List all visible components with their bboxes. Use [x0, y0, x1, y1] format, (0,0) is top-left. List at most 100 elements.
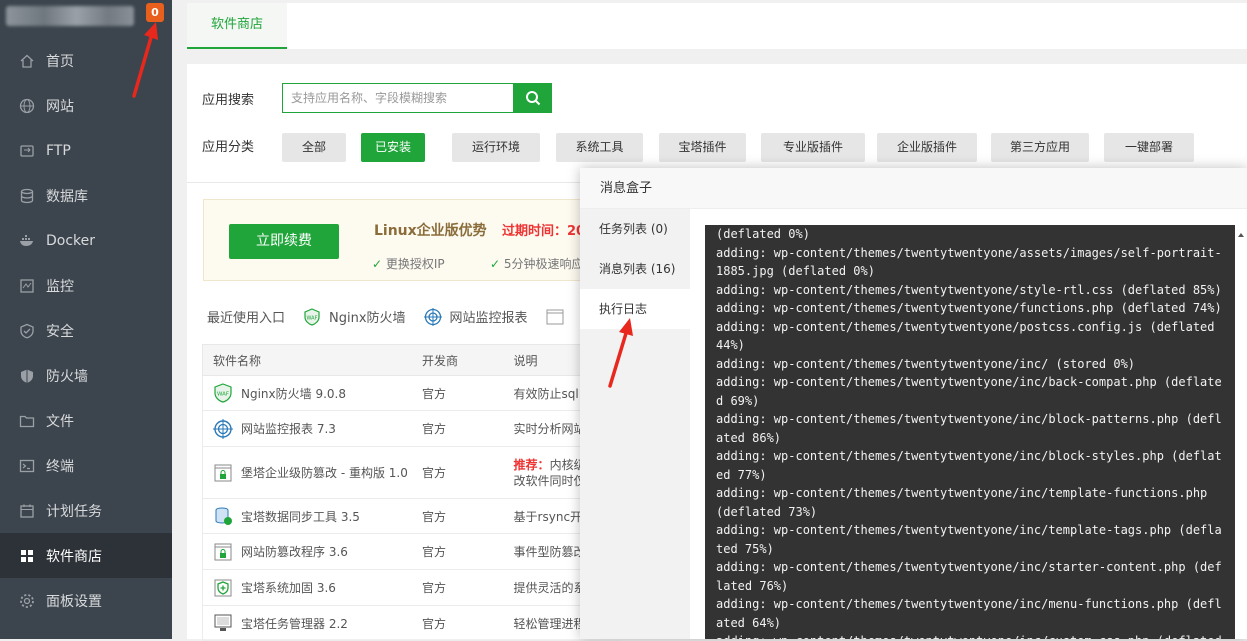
tab-task-list[interactable]: 任务列表 (0): [580, 209, 690, 249]
sidebar-item-label: 计划任务: [46, 503, 102, 520]
category-label: 应用分类: [202, 140, 255, 155]
log-scrollbar[interactable]: [1235, 225, 1247, 639]
sidebar-item-label: 软件商店: [46, 548, 102, 565]
shield-plus-icon: [213, 578, 233, 598]
sidebar-item-label: FTP: [46, 142, 71, 159]
tab-software-store[interactable]: 软件商店: [187, 3, 287, 49]
search-row: 应用搜索: [202, 83, 254, 113]
category-button[interactable]: 专业版插件: [761, 133, 865, 162]
category-button[interactable]: 运行环境: [452, 133, 540, 162]
svg-text:WAF: WAF: [307, 315, 318, 321]
home-icon: [19, 53, 35, 69]
sidebar-item-label: 面板设置: [46, 593, 102, 610]
sidebar-item[interactable]: Docker: [0, 218, 172, 263]
table-row[interactable]: 网站监控报表 7.3 官方 实时分析网站: [202, 411, 622, 447]
search-button[interactable]: [513, 83, 552, 113]
firewall-icon: [19, 368, 35, 384]
sidebar-item[interactable]: FTP: [0, 128, 172, 173]
db-sync-icon: [213, 506, 233, 526]
server-name-blurred: [6, 6, 134, 26]
sidebar-item[interactable]: 首页: [0, 38, 172, 83]
search-input[interactable]: 支持应用名称、字段模糊搜索: [282, 83, 514, 113]
sidebar: 0 首页网站 FTP 数据库 Docker 监控安全防火墙文件终端计划任务软件商店面板设…: [0, 0, 172, 639]
tab-execution-log[interactable]: 执行日志: [580, 289, 690, 329]
promo-expire: 过期时间：20: [502, 224, 586, 239]
row-name[interactable]: 网站防篡改程序 3.6: [203, 542, 412, 562]
execution-log-output[interactable]: (deflated 0%) adding: wp-content/themes/…: [705, 225, 1235, 639]
grid-icon: [19, 548, 35, 564]
sidebar-item[interactable]: 计划任务: [0, 488, 172, 533]
software-table: 软件名称 开发商 说明 WAF Nginx防火墙 9.0.8 官方 有效防止sql 网站…: [202, 344, 622, 641]
category-button[interactable]: 已安装: [361, 133, 425, 162]
sidebar-item[interactable]: 安全: [0, 308, 172, 353]
renew-button[interactable]: 立即续费: [229, 224, 339, 259]
sidebar-item-label: 防火墙: [46, 368, 88, 385]
ftp-icon: [19, 143, 35, 159]
waf-icon: WAF: [213, 383, 233, 403]
sidebar-item-label: 网站: [46, 98, 74, 115]
recent-item-site-monitor[interactable]: 网站监控报表: [423, 307, 528, 326]
category-button[interactable]: 一键部署: [1104, 133, 1194, 162]
table-header: 软件名称 开发商 说明: [202, 344, 622, 376]
sidebar-item[interactable]: 数据库: [0, 173, 172, 218]
table-row[interactable]: 宝塔数据同步工具 3.5 官方 基于rsync开: [202, 499, 622, 534]
database-icon: [19, 188, 35, 204]
search-label: 应用搜索: [202, 92, 255, 108]
row-name[interactable]: 网站监控报表 7.3: [203, 418, 412, 439]
sidebar-item[interactable]: 面板设置: [0, 578, 172, 623]
message-box-title: 消息盒子: [580, 168, 1247, 209]
category-button[interactable]: 企业版插件: [877, 133, 977, 162]
sidebar-item[interactable]: 软件商店: [0, 533, 172, 578]
sidebar-item-label: 数据库: [46, 188, 88, 205]
table-row[interactable]: 堡塔企业级防篡改 - 重构版 1.0 官方 推荐：内核级 改软件同时仅: [202, 447, 622, 499]
tab-message-list[interactable]: 消息列表 (16): [580, 249, 690, 289]
target-icon: [213, 418, 233, 439]
category-button[interactable]: 系统工具: [556, 133, 643, 162]
recent-item-nginx-waf[interactable]: WAF Nginx防火墙: [303, 307, 406, 326]
search-icon: [525, 91, 540, 106]
table-row[interactable]: 宝塔系统加固 3.6 官方 提供灵活的系: [202, 570, 622, 606]
promo-title: Linux企业版优势: [374, 223, 487, 239]
sidebar-item-label: 文件: [46, 413, 74, 430]
message-box-dialog: 消息盒子 任务列表 (0) 消息列表 (16) 执行日志 (deflated 0…: [580, 168, 1247, 639]
row-vendor: 官方: [421, 509, 446, 524]
sidebar-item[interactable]: 防火墙: [0, 353, 172, 398]
recent-entries: 最近使用入口 WAF Nginx防火墙 网站监控报表: [207, 307, 572, 326]
docker-icon: [19, 233, 35, 249]
row-vendor: 官方: [421, 616, 446, 631]
scroll-up-icon[interactable]: [1235, 229, 1247, 241]
row-name[interactable]: 堡塔企业级防篡改 - 重构版 1.0: [203, 463, 412, 483]
category-button[interactable]: 第三方应用: [991, 133, 1089, 162]
row-vendor: 官方: [421, 466, 446, 480]
category-row: 应用分类: [202, 133, 254, 163]
table-row[interactable]: 网站防篡改程序 3.6 官方 事件型防篡改: [202, 534, 622, 570]
category-button[interactable]: 全部: [282, 133, 346, 162]
sidebar-item-label: 首页: [46, 53, 74, 70]
row-name[interactable]: WAF Nginx防火墙 9.0.8: [203, 383, 412, 403]
sidebar-item-label: 安全: [46, 323, 74, 340]
sidebar-item[interactable]: 文件: [0, 398, 172, 443]
message-box-nav: 任务列表 (0) 消息列表 (16) 执行日志: [580, 209, 690, 639]
recent-item-more[interactable]: [546, 308, 572, 326]
lock-window-icon: [213, 463, 233, 483]
row-vendor: 官方: [421, 422, 446, 436]
check-icon: ✓: [372, 257, 383, 271]
table-row[interactable]: WAF Nginx防火墙 9.0.8 官方 有效防止sql: [202, 376, 622, 411]
monitor-icon: [19, 278, 35, 294]
sidebar-item[interactable]: 监控: [0, 263, 172, 308]
row-vendor: 官方: [421, 581, 446, 595]
notification-badge[interactable]: 0: [146, 3, 164, 22]
recent-label: 最近使用入口: [207, 311, 286, 326]
sidebar-item[interactable]: 终端: [0, 443, 172, 488]
sidebar-item[interactable]: 网站: [0, 83, 172, 128]
row-name[interactable]: 宝塔数据同步工具 3.5: [203, 506, 412, 526]
calendar-icon: [19, 503, 35, 519]
terminal-icon: [19, 458, 35, 474]
row-name[interactable]: 宝塔任务管理器 2.2: [203, 613, 412, 633]
folder-icon: [19, 413, 35, 429]
table-row[interactable]: 宝塔任务管理器 2.2 官方 轻松管理进程: [202, 606, 622, 641]
row-vendor: 官方: [421, 386, 446, 401]
row-name[interactable]: 宝塔系统加固 3.6: [203, 578, 412, 598]
task-icon: [213, 613, 233, 633]
category-button[interactable]: 宝塔插件: [659, 133, 746, 162]
